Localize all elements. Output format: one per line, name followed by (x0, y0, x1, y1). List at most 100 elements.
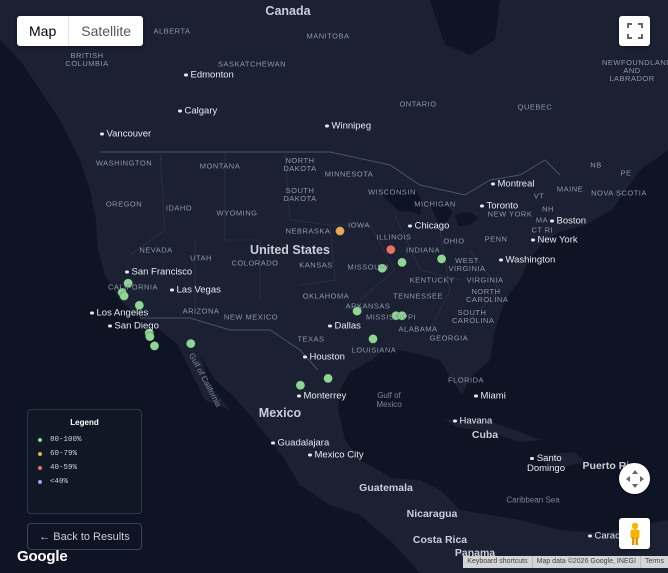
city-label: Dallas (328, 321, 361, 332)
map-marker[interactable] (385, 244, 396, 255)
map-marker[interactable] (149, 340, 160, 351)
legend-item-label: 60-79% (50, 450, 78, 458)
label-region: ALABAMA (398, 324, 438, 334)
label-region: GEORGIA (429, 333, 469, 343)
legend-dot-icon (38, 438, 42, 442)
keyboard-shortcuts-link[interactable]: Keyboard shortcuts (463, 556, 531, 568)
label-region: SOUTH DAKOTA (283, 186, 317, 203)
city-label-new-york: New York (527, 235, 578, 246)
city-label: Boston (550, 216, 587, 227)
city-label: Toronto (480, 201, 519, 212)
label-region: MICHIGAN (414, 199, 456, 209)
map-marker[interactable] (436, 253, 447, 264)
map-marker[interactable] (335, 226, 345, 236)
map-marker[interactable] (185, 338, 196, 349)
label-region: WISCONSIN (368, 187, 416, 197)
city-label: Las Vegas (170, 285, 221, 296)
back-to-results-button[interactable]: ← Back to Results (27, 523, 142, 550)
legend-panel: Legend 80-100% 60-79% 40-59% <40% (27, 409, 142, 514)
label-region: ARIZONA (182, 306, 220, 316)
label-region: PE (620, 168, 632, 178)
label-region: COLORADO (231, 258, 279, 268)
map-data-text: Map data ©2026 Google, INEGI (531, 556, 640, 568)
map-marker[interactable] (144, 331, 155, 342)
label-cuba: Cuba (471, 429, 499, 441)
label-region: OHIO (443, 236, 465, 246)
label-region: CALIFORNIA (107, 282, 159, 292)
label-united-states: United States (250, 243, 330, 257)
label-region: MAINE (556, 184, 584, 194)
label-region: CT (531, 225, 543, 235)
map-type-map-button[interactable]: Map (17, 16, 70, 46)
map-type-satellite-button[interactable]: Satellite (69, 16, 144, 46)
label-region: WASHINGTON (95, 158, 153, 168)
city-label: Edmonton (184, 70, 234, 81)
label-region: BRITISH COLUMBIA (65, 51, 109, 68)
city-label: Havana (453, 416, 493, 427)
city-label: Guadalajara (271, 438, 330, 449)
city-label-montreal: Montreal (491, 179, 535, 190)
legend-item-label: 80-100% (50, 436, 82, 444)
label-region: ARKANSAS (345, 301, 391, 311)
map-marker[interactable] (119, 291, 129, 301)
label-gulf-of-mexico: Gulf of Mexico (376, 391, 402, 409)
label-region: MISSISSIPPI (365, 312, 417, 322)
label-nicaragua: Nicaragua (406, 508, 458, 520)
legend-item: <40% (38, 478, 131, 486)
city-label-san-francisco: San Francisco (125, 267, 193, 278)
pegman-icon (630, 522, 639, 545)
label-region: WYOMING (216, 208, 258, 218)
label-region: ILLINOIS (376, 232, 412, 242)
map-marker[interactable] (368, 333, 378, 344)
map-marker[interactable] (295, 380, 306, 391)
map-marker[interactable] (397, 257, 407, 268)
label-region: MINNESOTA (324, 169, 374, 179)
legend-item: 40-59% (38, 464, 131, 472)
legend-item-label: <40% (50, 478, 69, 486)
label-region: FLORIDA (447, 375, 485, 385)
street-view-pegman-button[interactable] (619, 518, 650, 549)
label-region: NORTH DAKOTA (283, 156, 317, 173)
label-region: NEVADA (139, 245, 173, 255)
label-region: SASKATCHEWAN (217, 59, 287, 69)
city-label: Vancouver (100, 129, 152, 140)
label-region: KANSAS (299, 260, 333, 270)
camera-control-button[interactable] (619, 463, 650, 494)
label-guatemala: Guatemala (359, 482, 413, 494)
google-logo[interactable]: Google (17, 548, 68, 565)
map-marker[interactable] (323, 373, 334, 384)
label-region: NEW MEXICO (223, 312, 279, 322)
city-label-houston: Houston (303, 352, 345, 363)
terms-link[interactable]: Terms (639, 556, 668, 568)
label-region: MONTANA (199, 161, 241, 171)
city-label: Miami (474, 391, 506, 402)
label-region: OREGON (105, 199, 143, 209)
city-label: Winnipeg (325, 121, 372, 132)
map-type-toggle: Map Satellite (17, 16, 144, 46)
city-label: Washington (499, 255, 556, 266)
label-region: IDAHO (165, 203, 193, 213)
fullscreen-icon (626, 23, 643, 39)
label-region: WEST VIRGINIA (448, 256, 486, 273)
camera-control-icon (625, 469, 644, 488)
label-caribbean-sea: Caribbean Sea (506, 495, 560, 505)
fullscreen-button[interactable] (619, 16, 650, 46)
city-label: Calgary (178, 106, 218, 117)
map-attribution: Keyboard shortcuts Map data ©2026 Google… (463, 556, 668, 568)
label-region: NB (590, 160, 602, 170)
city-label-santo-domingo: Santo Domingo (521, 454, 571, 474)
label-region: MANITOBA (306, 31, 350, 41)
legend-item-label: 40-59% (50, 464, 78, 472)
legend-item: 80-100% (38, 436, 131, 444)
label-region: SOUTH CAROLINA (452, 308, 495, 325)
label-region: LOUISIANA (351, 345, 397, 355)
label-region: OKLAHOMA (302, 291, 350, 301)
label-region: NEWFOUNDLAND AND LABRADOR (602, 58, 668, 83)
city-label: Mexico City (308, 450, 364, 461)
legend-item: 60-79% (38, 450, 131, 458)
label-region: NORTH CAROLINA (466, 287, 509, 304)
label-region: RI (544, 225, 554, 235)
label-region: INDIANA (406, 245, 440, 255)
label-mexico: Mexico (258, 406, 302, 420)
label-region: UTAH (190, 253, 212, 263)
